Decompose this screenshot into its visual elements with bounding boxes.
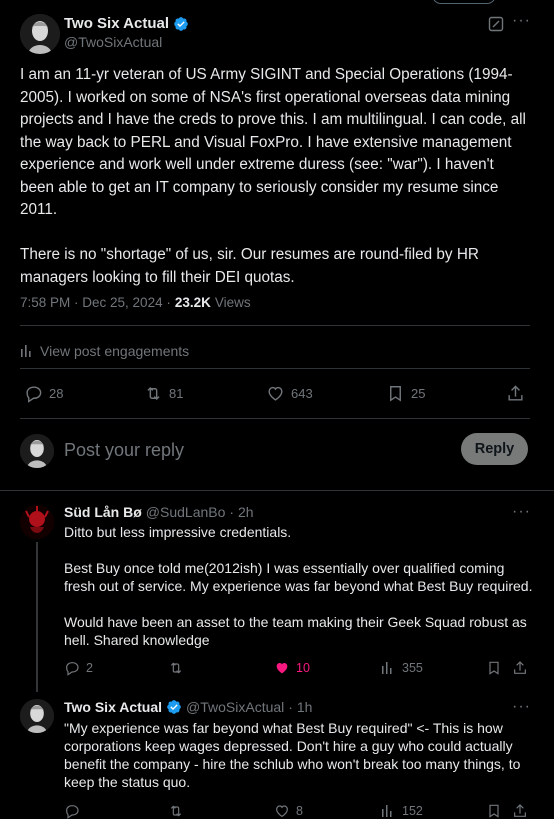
- analytics-icon: [21, 345, 31, 357]
- share-icon: [514, 661, 526, 674]
- like-count: 643: [291, 386, 313, 401]
- bookmark-icon: [489, 804, 499, 818]
- comment-more-icon[interactable]: ···: [512, 698, 531, 716]
- repost-icon: [170, 805, 182, 817]
- divider: [20, 368, 530, 369]
- share-icon: [508, 385, 523, 401]
- comment-more-icon[interactable]: ···: [512, 503, 531, 521]
- comment-action-bar: 8 152: [64, 803, 530, 819]
- reply-icon: [26, 386, 42, 403]
- share-action[interactable]: [506, 384, 525, 403]
- comment-reply-action[interactable]: [64, 803, 80, 819]
- comment-like-action[interactable]: 8: [274, 803, 303, 819]
- heart-filled-icon: [276, 663, 288, 674]
- comment-views-action[interactable]: 355: [380, 660, 423, 676]
- comment-time[interactable]: · 1h: [288, 699, 312, 715]
- heart-icon: [268, 386, 283, 401]
- repost-icon: [147, 386, 160, 401]
- bookmark-icon: [390, 386, 401, 402]
- reply-icon: [66, 805, 79, 819]
- author-name-row[interactable]: Two Six Actual: [64, 15, 189, 32]
- analytics-icon: [382, 662, 392, 674]
- bookmark-icon: [489, 661, 499, 675]
- post-timestamp[interactable]: 7:58 PM · Dec 25, 2024 ·: [20, 295, 171, 310]
- comment-bookmark-action[interactable]: [486, 660, 502, 676]
- divider: [20, 418, 530, 419]
- comment-share-action[interactable]: [512, 803, 528, 819]
- share-icon: [514, 804, 526, 817]
- author-name[interactable]: Two Six Actual: [64, 15, 169, 32]
- views-label: Views: [214, 295, 251, 310]
- reply-button[interactable]: Reply: [461, 433, 528, 465]
- commenter-name[interactable]: Süd Lån Bø: [64, 504, 142, 520]
- comment-view-count: 152: [402, 804, 423, 818]
- comment-header: Süd Lån Bø @SudLanBo · 2h: [64, 504, 254, 520]
- repost-icon: [170, 662, 182, 674]
- comment-header: Two Six Actual @TwoSixActual · 1h: [64, 699, 312, 715]
- comment-bookmark-action[interactable]: [486, 803, 502, 819]
- follow-button-edge[interactable]: [432, 0, 496, 4]
- comment-repost-action[interactable]: [168, 660, 184, 676]
- heart-icon: [276, 805, 288, 818]
- current-user-avatar[interactable]: [20, 434, 54, 468]
- like-action[interactable]: 643: [266, 384, 313, 403]
- comment-repost-action[interactable]: [168, 803, 184, 819]
- reply-icon: [66, 662, 79, 676]
- commenter-avatar[interactable]: [20, 699, 54, 733]
- divider: [0, 490, 554, 491]
- thread-line: [36, 542, 38, 692]
- comment-time[interactable]: · 2h: [229, 504, 253, 520]
- comment-like-count: 10: [296, 661, 310, 675]
- comment-reply-count: 2: [86, 661, 93, 675]
- comment-action-bar: 2 10 355: [64, 660, 530, 680]
- comment-share-action[interactable]: [512, 660, 528, 676]
- more-options-icon[interactable]: ···: [512, 12, 530, 30]
- commenter-avatar[interactable]: [20, 505, 54, 539]
- author-handle[interactable]: @TwoSixActual: [64, 34, 162, 50]
- comment-reply-action[interactable]: 2: [64, 660, 93, 676]
- views-count: 23.2K: [174, 295, 211, 310]
- comment-text: Ditto but less impressive credentials. B…: [64, 524, 533, 648]
- repost-action[interactable]: 81: [144, 384, 183, 403]
- commenter-handle[interactable]: @SudLanBo: [146, 504, 226, 520]
- commenter-name[interactable]: Two Six Actual: [64, 699, 162, 715]
- repost-count: 81: [169, 386, 184, 401]
- post-text: I am an 11-yr veteran of US Army SIGINT …: [20, 66, 526, 286]
- comment-view-count: 355: [402, 661, 423, 675]
- bookmark-count: 25: [411, 386, 426, 401]
- comment-like-action[interactable]: 10: [274, 660, 310, 676]
- post-meta: 7:58 PM · Dec 25, 2024 · 23.2K Views: [20, 295, 251, 310]
- verified-badge-icon: [174, 16, 188, 31]
- reply-action[interactable]: 28: [24, 384, 63, 403]
- author-avatar[interactable]: [20, 14, 60, 54]
- post-action-bar: 28 81 643 25: [20, 384, 530, 408]
- reply-input[interactable]: Post your reply: [64, 440, 184, 461]
- divider: [20, 325, 530, 326]
- verified-badge-icon: [167, 700, 181, 714]
- comment-text: "My experience was far beyond what Best …: [64, 720, 525, 790]
- comment-like-count: 8: [296, 804, 303, 818]
- analytics-icon: [382, 805, 392, 817]
- commenter-handle[interactable]: @TwoSixActual: [186, 699, 284, 715]
- view-engagements-link[interactable]: View post engagements: [20, 343, 189, 359]
- reply-count: 28: [49, 386, 64, 401]
- engagements-label[interactable]: View post engagements: [40, 343, 189, 359]
- grok-edit-icon[interactable]: [488, 16, 504, 32]
- bookmark-action[interactable]: 25: [386, 384, 425, 403]
- comment-views-action[interactable]: 152: [380, 803, 423, 819]
